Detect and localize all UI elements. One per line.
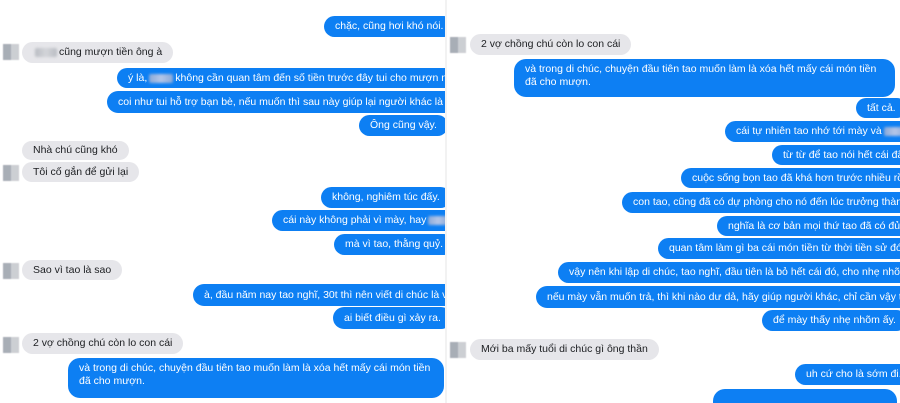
message-outgoing: cuộc sống bọn tao đã khá hơn trước nhiều…	[681, 168, 900, 188]
redacted-name	[149, 73, 174, 83]
message-outgoing: tất cả.	[856, 98, 900, 118]
message-outgoing: chặc, cũng hơi khó nói.	[324, 16, 445, 37]
message-incoming: Sao vì tao là sao	[22, 260, 123, 280]
message-outgoing: nếu mày vẫn muốn trả, thì khi nào dư dả,…	[536, 286, 900, 308]
message-outgoing: Ông cũng vậy.	[359, 115, 445, 136]
message-outgoing: cái tự nhiên tao nhớ tới mày và	[725, 121, 900, 142]
message-outgoing: từ từ để tao nói hết cái đã	[772, 145, 900, 165]
message-outgoing: cái này không phải vì mày, hay	[272, 210, 445, 231]
message-outgoing: ý là, không cần quan tâm đến số tiền trướ…	[117, 68, 445, 88]
message-outgoing: để mày thấy nhẹ nhõm ấy.	[762, 310, 900, 331]
message-outgoing: à, đầu năm nay tao nghĩ, 30t thì nên viế…	[193, 284, 445, 306]
redacted-name	[35, 48, 57, 57]
message-outgoing: quan tâm làm gì ba cái món tiền từ thời …	[658, 238, 900, 259]
message-outgoing-partial	[713, 389, 897, 403]
message-incoming: Tôi cố gắn để gửi lại	[22, 162, 140, 182]
redacted-name	[883, 127, 900, 136]
left-conversation: chặc, cũng hơi khó nói. cũng mượn tiền ô…	[0, 0, 445, 403]
message-incoming: Nhà chú cũng khó	[22, 141, 129, 160]
message-incoming: 2 vợ chồng chú còn lo con cái	[22, 333, 184, 354]
message-incoming: cũng mượn tiền ông à	[22, 42, 174, 63]
avatar-blurred	[450, 37, 466, 53]
message-outgoing: uh cứ cho là sớm đi.	[795, 364, 900, 385]
message-outgoing: nghĩa là cơ bản mọi thứ tao đã có đủ.	[717, 216, 900, 236]
right-conversation: 2 vợ chồng chú còn lo con cái và trong d…	[447, 0, 900, 403]
avatar-blurred	[3, 263, 19, 279]
avatar-blurred	[450, 342, 466, 358]
message-outgoing: mà vì tao, thằng quỷ.	[334, 234, 445, 255]
message-incoming: 2 vợ chồng chú còn lo con cái	[470, 34, 632, 55]
message-outgoing: và trong di chúc, chuyện đầu tiên tao mu…	[68, 358, 444, 398]
avatar-blurred	[3, 44, 19, 60]
avatar-blurred	[3, 337, 19, 353]
message-outgoing: không, nghiêm túc đấy.	[321, 187, 445, 208]
message-outgoing: ai biết điều gì xảy ra.	[333, 307, 445, 329]
message-outgoing: coi như tui hỗ trợ bạn bè, nếu muốn thì …	[107, 91, 445, 113]
message-outgoing: và trong di chúc, chuyện đầu tiên tao mu…	[514, 59, 895, 97]
avatar-blurred	[3, 165, 19, 181]
redacted-name	[428, 216, 445, 225]
message-outgoing: con tao, cũng đã có dự phòng cho nó đến …	[622, 192, 900, 213]
message-outgoing: vậy nên khi lập di chúc, tao nghĩ, đầu t…	[558, 262, 900, 283]
message-incoming: Mới ba mấy tuổi di chúc gì ông thần	[470, 339, 659, 360]
